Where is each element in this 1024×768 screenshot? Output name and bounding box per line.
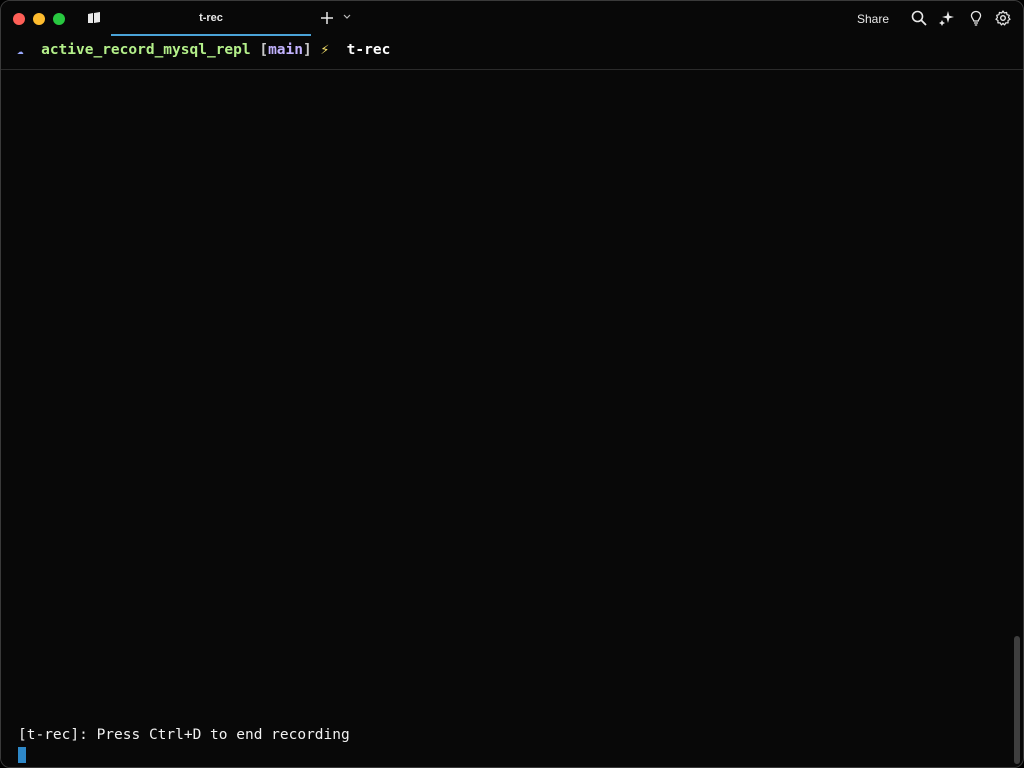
bolt-icon: ⚡ [320,42,330,58]
tab-label: t-rec [199,12,223,24]
scrollbar[interactable] [1014,636,1020,764]
prompt-line: ☁ active_record_mysql_repl [main] ⚡ t-re… [17,42,390,58]
ai-sparkle-icon[interactable] [939,10,955,26]
lightbulb-icon[interactable] [968,10,984,26]
tabs-panel-icon[interactable] [87,12,101,24]
terminal-output-area[interactable]: [t-rec]: Press Ctrl+D to end recording [1,70,1023,767]
command-text: t-rec [346,42,391,58]
git-branch: main [268,42,303,58]
title-bar: t-rec Share [1,1,1023,36]
share-button[interactable]: Share [857,12,889,26]
chevron-down-icon[interactable] [343,14,351,20]
branch-close-bracket: ] [303,42,312,58]
cloud-icon: ☁ [17,44,24,57]
minimize-window-button[interactable] [33,13,45,25]
terminal-output-line: [t-rec]: Press Ctrl+D to end recording [18,727,350,743]
gear-icon[interactable] [995,10,1011,26]
branch-open-bracket: [ [259,42,269,58]
plus-icon[interactable] [320,11,334,25]
terminal-cursor [18,747,26,763]
close-window-button[interactable] [13,13,25,25]
search-icon[interactable] [911,10,927,26]
tab-t-rec[interactable]: t-rec [111,1,311,36]
maximize-window-button[interactable] [53,13,65,25]
current-directory: active_record_mysql_repl [41,42,251,58]
prompt-header: ☁ active_record_mysql_repl [main] ⚡ t-re… [1,37,1023,70]
terminal-window: t-rec Share ☁ active_record_mysql_repl [… [0,0,1024,768]
